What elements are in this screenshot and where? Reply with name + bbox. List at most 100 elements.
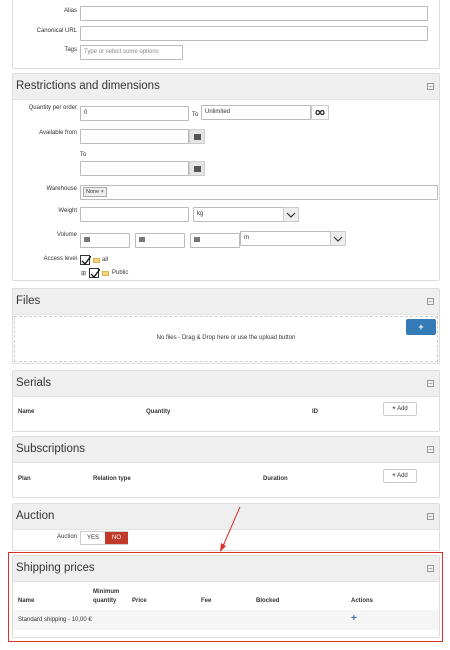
access-public-checkbox[interactable] [89, 268, 100, 278]
shipping-row: Standard shipping - 10,00 € + [13, 610, 439, 630]
subscriptions-col-duration: Duration [263, 476, 288, 482]
available-to-input[interactable] [80, 161, 189, 176]
quantity-label: Quantity per order [28, 105, 77, 111]
available-to-label: To [80, 152, 87, 158]
height-icon [194, 237, 200, 242]
add-serial-label: Add [397, 406, 408, 412]
volume-length-input[interactable] [80, 233, 130, 248]
subscriptions-header[interactable]: Subscriptions – [13, 437, 439, 463]
auction-title: Auction [16, 510, 55, 522]
files-panel: Files – No files - Drag & Drop here or u… [12, 288, 440, 364]
files-header[interactable]: Files – [13, 289, 439, 315]
collapse-icon[interactable]: – [427, 380, 434, 387]
access-level-label: Access level [43, 256, 77, 262]
add-subscription-button[interactable]: + Add [383, 469, 417, 483]
shipping-col-blocked: Blocked [256, 598, 280, 604]
shipping-col-price: Price [132, 598, 147, 604]
expand-icon[interactable]: ⊞ [81, 270, 86, 277]
auction-header[interactable]: Auction – [13, 504, 439, 530]
restrictions-header[interactable]: Restrictions and dimensions – [13, 74, 439, 100]
volume-height-input[interactable] [190, 233, 240, 248]
width-icon [139, 237, 145, 242]
volume-label: Volume [56, 232, 77, 238]
dropzone-text: No files - Drag & Drop here or use the u… [156, 335, 296, 341]
shipping-col-name: Name [18, 598, 35, 604]
canonical-url-label: Canonical URL [36, 28, 77, 34]
subscriptions-title: Subscriptions [16, 443, 86, 455]
serials-col-quantity: Quantity [146, 409, 171, 415]
auction-toggle[interactable]: YES NO [80, 531, 128, 545]
warehouse-tag-label: None [86, 189, 100, 195]
check-icon [90, 269, 100, 278]
serials-panel: Serials – Name Quantity ID + Add [12, 370, 440, 432]
warehouse-label: Warehouse [46, 186, 77, 192]
access-all-checkbox[interactable] [80, 255, 91, 265]
quantity-min-input[interactable]: 0 [80, 106, 189, 121]
serials-header[interactable]: Serials – [13, 371, 439, 397]
serials-title: Serials [16, 377, 52, 389]
files-title: Files [16, 295, 41, 307]
serials-col-id: ID [312, 409, 318, 415]
plus-icon: + [392, 473, 396, 479]
shipping-col-fee: Fee [201, 598, 212, 604]
subscriptions-col-relation: Relation type [93, 476, 131, 482]
check-icon [81, 256, 91, 265]
chevron-down-icon [333, 236, 343, 242]
auction-yes-option[interactable]: YES [81, 532, 105, 544]
canonical-url-input[interactable] [80, 26, 428, 41]
shipping-col-actions: Actions [351, 598, 374, 604]
infinity-icon [315, 109, 325, 116]
calendar-icon [194, 134, 201, 140]
weight-input[interactable] [80, 207, 189, 222]
restrictions-title: Restrictions and dimensions [16, 80, 160, 92]
restrictions-panel: Restrictions and dimensions – Quantity p… [12, 73, 440, 281]
shipping-title: Shipping prices [16, 562, 95, 574]
upload-button[interactable]: + [406, 319, 436, 335]
shipping-header[interactable]: Shipping prices – [13, 556, 439, 582]
serials-col-name: Name [18, 409, 35, 415]
calendar-from-button[interactable] [189, 129, 205, 144]
add-subscription-label: Add [397, 473, 408, 479]
tags-label: Tags [64, 47, 77, 53]
collapse-icon[interactable]: – [427, 298, 434, 305]
calendar-to-button[interactable] [189, 161, 205, 176]
volume-unit-dropdown[interactable] [330, 231, 346, 246]
weight-label: Weight [58, 208, 77, 214]
auction-panel: Auction – Auction YES NO [12, 503, 440, 551]
calendar-icon [194, 166, 201, 172]
dropzone[interactable]: No files - Drag & Drop here or use the u… [14, 316, 438, 362]
available-from-input[interactable] [80, 129, 189, 144]
folder-icon [93, 258, 100, 263]
warehouse-input[interactable]: None × [80, 185, 438, 200]
subscriptions-col-plan: Plan [18, 476, 31, 482]
shipping-col-min-quantity: Minimum quantity [93, 589, 120, 604]
remove-tag-icon[interactable]: × [101, 189, 104, 195]
length-icon [84, 237, 90, 242]
tags-input[interactable]: Type or select some options [80, 45, 183, 60]
unlimited-button[interactable] [311, 105, 329, 120]
quantity-max-input[interactable]: Unlimited [201, 105, 311, 120]
alias-label: Alias [63, 8, 77, 14]
available-from-label: Available from [39, 130, 77, 136]
chevron-down-icon [286, 212, 296, 218]
volume-width-input[interactable] [135, 233, 185, 248]
shipping-row-name: Standard shipping - 10,00 € [18, 617, 92, 623]
plus-icon: + [392, 406, 396, 412]
add-serial-button[interactable]: + Add [383, 402, 417, 416]
collapse-icon[interactable]: – [427, 565, 434, 572]
subscriptions-panel: Subscriptions – Plan Relation type Durat… [12, 436, 440, 498]
collapse-icon[interactable]: – [427, 446, 434, 453]
shipping-panel: Shipping prices – Name Minimum quantity … [12, 555, 440, 638]
quantity-to-label: To [192, 112, 199, 118]
general-panel: Alias Canonical URL Tags Type or select … [12, 0, 440, 69]
add-shipping-icon[interactable]: + [351, 613, 357, 624]
access-public-label: Public [112, 270, 129, 276]
collapse-icon[interactable]: – [427, 513, 434, 520]
access-all-label: all [102, 257, 109, 263]
collapse-icon[interactable]: – [427, 83, 434, 90]
auction-no-option[interactable]: NO [105, 532, 128, 544]
warehouse-tag: None × [83, 187, 107, 197]
weight-unit-dropdown[interactable] [283, 207, 299, 222]
folder-icon [102, 271, 109, 276]
alias-input[interactable] [80, 6, 428, 21]
